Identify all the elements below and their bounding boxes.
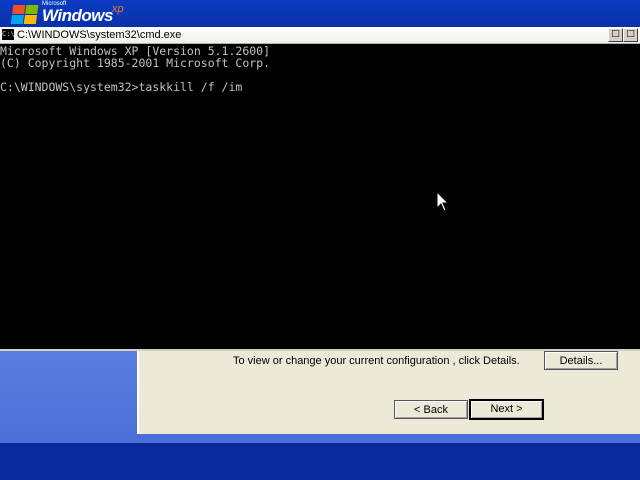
- mouse-pointer-icon: [436, 191, 450, 212]
- windows-xp-logo: Microsoft Windows xp: [10, 1, 142, 26]
- setup-header: Microsoft Windows xp: [0, 0, 640, 28]
- console-line: (C) Copyright 1985-2001 Microsoft Corp.: [0, 56, 271, 70]
- windows-flag-icon: [10, 5, 40, 25]
- console-prompt-line[interactable]: C:\WINDOWS\system32>taskkill /f /im: [0, 81, 242, 93]
- cmd-window[interactable]: C:\ C:\WINDOWS\system32\cmd.exe □ □ Micr…: [0, 27, 640, 351]
- cmd-window-title: C:\WINDOWS\system32\cmd.exe: [17, 29, 182, 41]
- back-button[interactable]: < Back: [394, 400, 468, 419]
- setup-footer: [0, 443, 640, 480]
- details-button[interactable]: Details...: [544, 351, 618, 370]
- next-button[interactable]: Next >: [469, 399, 544, 420]
- console-icon[interactable]: C:\: [2, 29, 15, 40]
- wizard-footer-strip: [137, 434, 640, 443]
- setup-wizard-panel: To view or change your current configura…: [137, 351, 640, 435]
- configuration-info-text: To view or change your current configura…: [233, 355, 520, 367]
- console-output[interactable]: Microsoft Windows XP [Version 5.1.2600] …: [0, 45, 640, 345]
- minimize-icon[interactable]: □: [608, 28, 623, 42]
- logo-windows-text: Windows: [42, 6, 113, 25]
- maximize-icon[interactable]: □: [623, 28, 638, 42]
- logo-xp-text: xp: [112, 3, 124, 15]
- wizard-side-panel: [0, 351, 137, 443]
- cmd-titlebar[interactable]: C:\ C:\WINDOWS\system32\cmd.exe □ □: [0, 27, 640, 44]
